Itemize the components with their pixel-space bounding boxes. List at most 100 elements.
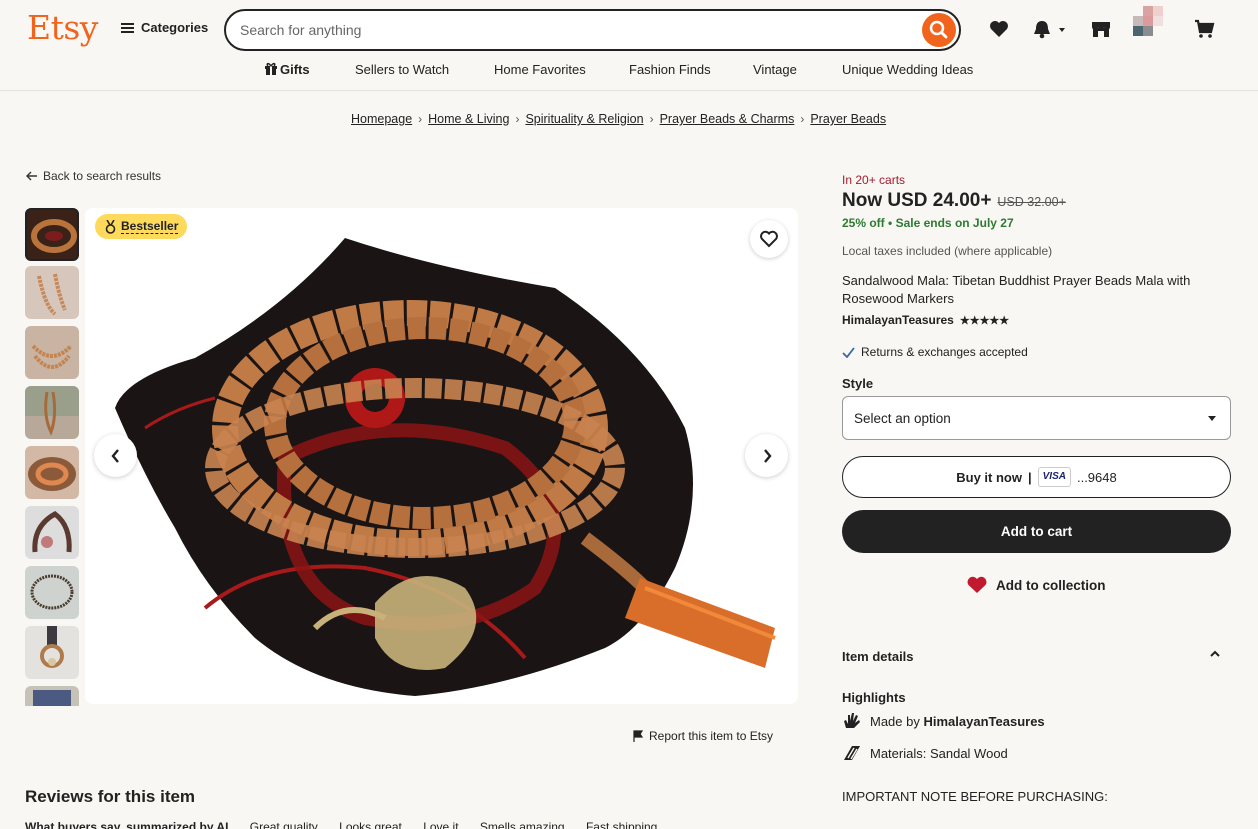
thumbnail-5[interactable] <box>25 446 79 499</box>
sale-info: 25% off • Sale ends on July 27 <box>842 216 1014 230</box>
materials-row: Materials: Sandal Wood <box>842 744 1008 762</box>
thumbnail-8[interactable] <box>25 626 79 679</box>
thumbnail-7[interactable] <box>25 566 79 619</box>
product-title: Sandalwood Mala: Tibetan Buddhist Prayer… <box>842 273 1191 306</box>
nav-unique-wedding-ideas[interactable]: Unique Wedding Ideas <box>842 62 973 77</box>
review-tag[interactable]: Looks great <box>339 820 402 829</box>
buy-now-label: Buy it now <box>956 469 1022 485</box>
breadcrumb-prayer-beads[interactable]: Prayer Beads <box>810 112 886 126</box>
report-label: Report this item to Etsy <box>649 729 774 743</box>
categories-label: Categories <box>141 20 209 35</box>
chevron-right-icon: › <box>649 112 654 126</box>
breadcrumb: Homepage › Home & Living › Spirituality … <box>351 112 886 126</box>
arrow-left-icon <box>26 171 37 181</box>
star-rating[interactable]: ★★★★★ <box>960 314 1009 327</box>
caret-down-icon <box>1208 416 1216 421</box>
add-to-collection-label: Add to collection <box>996 577 1106 593</box>
breadcrumb-home-living[interactable]: Home & Living <box>428 112 509 126</box>
chevron-up-icon <box>1210 650 1220 657</box>
made-by-row: Made by HimalayanTeasures <box>842 712 1045 730</box>
thumbnail-6[interactable] <box>25 506 79 559</box>
nav-gifts-label: Gifts <box>280 62 310 77</box>
made-by-label: Made by HimalayanTeasures <box>870 714 1045 729</box>
prayer-beads-photo <box>115 238 776 696</box>
thumbnail-1-image <box>31 219 77 253</box>
gift-icon <box>265 62 277 75</box>
heart-outline-icon <box>760 230 778 248</box>
reviews-heading: Reviews for this item <box>25 787 196 806</box>
thumbnail-9[interactable] <box>25 686 79 706</box>
next-image-button[interactable] <box>745 434 788 477</box>
thumbnail-strip <box>25 208 79 706</box>
etsy-logo[interactable]: Etsy <box>27 8 98 47</box>
item-details-toggle[interactable]: Item details <box>842 649 1231 664</box>
visa-card-icon: VISA <box>1037 467 1071 487</box>
returns-label: Returns & exchanges accepted <box>861 345 1028 359</box>
avatar[interactable] <box>1133 6 1171 38</box>
style-select[interactable]: Select an option <box>842 396 1231 440</box>
shop-icon[interactable] <box>1090 18 1112 40</box>
chevron-right-icon: › <box>418 112 423 126</box>
thumbnail-5-image <box>28 457 76 491</box>
materials-label: Materials: Sandal Wood <box>870 745 1008 761</box>
add-to-collection-button[interactable]: Add to collection <box>966 576 1106 594</box>
reviews-summary-label: What buyers say, summarized by AI <box>25 820 229 829</box>
made-by-shop[interactable]: HimalayanTeasures <box>924 714 1045 729</box>
thumbnail-3[interactable] <box>25 326 79 379</box>
add-to-cart-button[interactable]: Add to cart <box>842 510 1231 553</box>
heart-icon[interactable] <box>988 18 1010 40</box>
buy-it-now-button[interactable]: Buy it now | VISA ...9648 <box>842 456 1231 498</box>
thumbnail-1[interactable] <box>25 208 79 261</box>
discount-label: 25% off <box>842 216 885 230</box>
search-icon <box>929 20 948 39</box>
shop-name-link[interactable]: HimalayanTeasures <box>842 313 954 327</box>
thumbnail-6-image <box>32 511 72 553</box>
in-carts-badge: In 20+ carts <box>842 173 906 187</box>
thumbnail-4[interactable] <box>25 386 79 439</box>
checkmark-icon <box>842 346 855 358</box>
item-details-label: Item details <box>842 649 914 664</box>
dot-separator: • <box>888 216 896 230</box>
review-tag[interactable]: Smells amazing <box>480 820 565 829</box>
card-last-digits: ...9648 <box>1076 469 1117 485</box>
search-input[interactable] <box>240 20 900 40</box>
favorite-button[interactable] <box>750 220 788 258</box>
site-header: Etsy Categories Search for anything Gift… <box>0 0 1258 91</box>
thumbnail-2[interactable] <box>25 266 79 319</box>
materials-icon <box>844 746 860 760</box>
nav-home-favorites[interactable]: Home Favorites <box>494 62 586 77</box>
pipe-separator: | <box>1027 469 1032 485</box>
thumbnail-7-image <box>30 574 74 610</box>
nav-gifts[interactable]: Gifts <box>264 62 310 77</box>
heart-icon <box>967 576 987 593</box>
bell-icon[interactable] <box>1031 18 1069 40</box>
bestseller-badge[interactable]: Bestseller <box>95 214 188 239</box>
hand-icon <box>844 713 860 728</box>
menu-icon <box>121 22 134 33</box>
review-tag[interactable]: Great quality <box>250 820 318 829</box>
nav-fashion-finds[interactable]: Fashion Finds <box>629 62 711 77</box>
style-select-value: Select an option <box>854 410 951 426</box>
flag-icon <box>633 730 644 742</box>
thumbnail-8-image <box>40 626 64 668</box>
categories-button[interactable]: Categories <box>121 20 208 35</box>
search-button[interactable] <box>922 13 956 47</box>
sale-end-note: Sale ends on July 27 <box>895 216 1014 230</box>
previous-image-button[interactable] <box>94 434 137 477</box>
nav-vintage[interactable]: Vintage <box>753 62 797 77</box>
nav-sellers-to-watch[interactable]: Sellers to Watch <box>355 62 449 77</box>
cart-icon[interactable] <box>1193 18 1215 40</box>
breadcrumb-spirituality[interactable]: Spirituality & Religion <box>525 112 643 126</box>
medal-icon <box>105 219 116 234</box>
thumbnail-3-image <box>31 344 73 369</box>
chevron-right-icon: › <box>515 112 520 126</box>
original-price: USD 32.00+ <box>997 195 1066 209</box>
made-by-prefix: Made by <box>870 713 920 729</box>
breadcrumb-prayer-beads-charms[interactable]: Prayer Beads & Charms <box>660 112 795 126</box>
review-tag[interactable]: Fast shipping <box>586 820 657 829</box>
back-to-results-link[interactable]: Back to search results <box>26 169 161 183</box>
review-tag[interactable]: Love it <box>423 820 458 829</box>
returns-info: Returns & exchanges accepted <box>842 345 1028 359</box>
report-item-link[interactable]: Report this item to Etsy <box>632 729 773 743</box>
breadcrumb-homepage[interactable]: Homepage <box>351 112 412 126</box>
